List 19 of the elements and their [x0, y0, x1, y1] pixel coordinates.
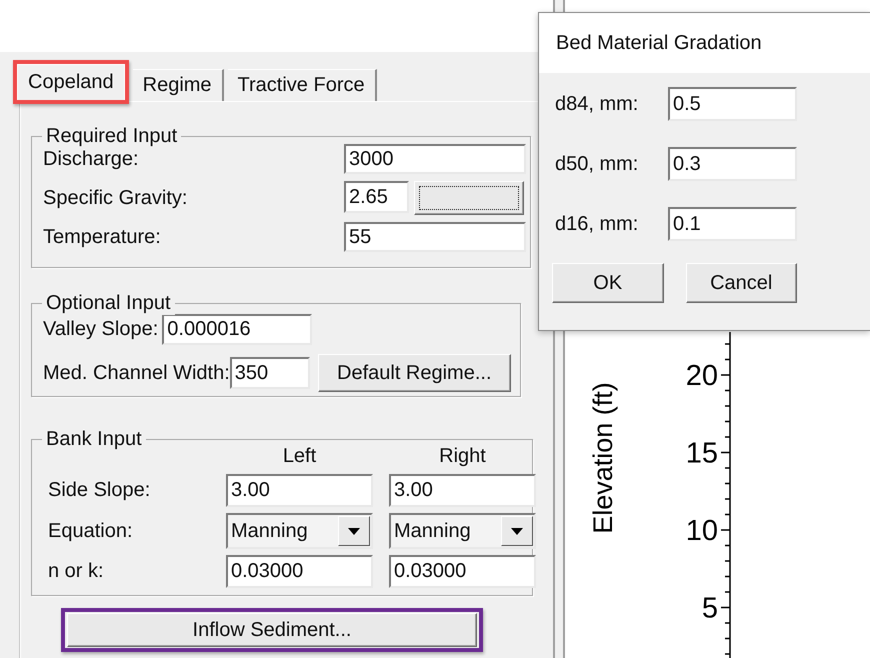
column-header: Right [438, 444, 487, 468]
field-label: Discharge: [43, 148, 140, 170]
field-label: Side Slope: [48, 479, 152, 502]
field-label: n or k: [48, 560, 105, 583]
field-label: Specific Gravity: [43, 186, 188, 210]
field-label: d50, mm: [555, 152, 640, 176]
field-label: Valley Slope: [43, 318, 158, 341]
field-label: d84, mm: [555, 92, 640, 116]
tick-label: 20 [686, 360, 718, 392]
column-header: Left [282, 444, 318, 468]
tick-label: 5 [702, 592, 718, 624]
field-label: Temperature: [43, 226, 162, 248]
tick-label: 10 [686, 515, 718, 547]
tick-label: 15 [686, 438, 718, 470]
axis-title: Elevation (ft) [588, 382, 618, 534]
dialog-title: Bed Material Gradation [539, 13, 870, 73]
field-label: d16, mm: [555, 212, 640, 236]
field-label: Med. Channel Width: [43, 362, 230, 384]
field-label: Equation: [48, 520, 134, 542]
